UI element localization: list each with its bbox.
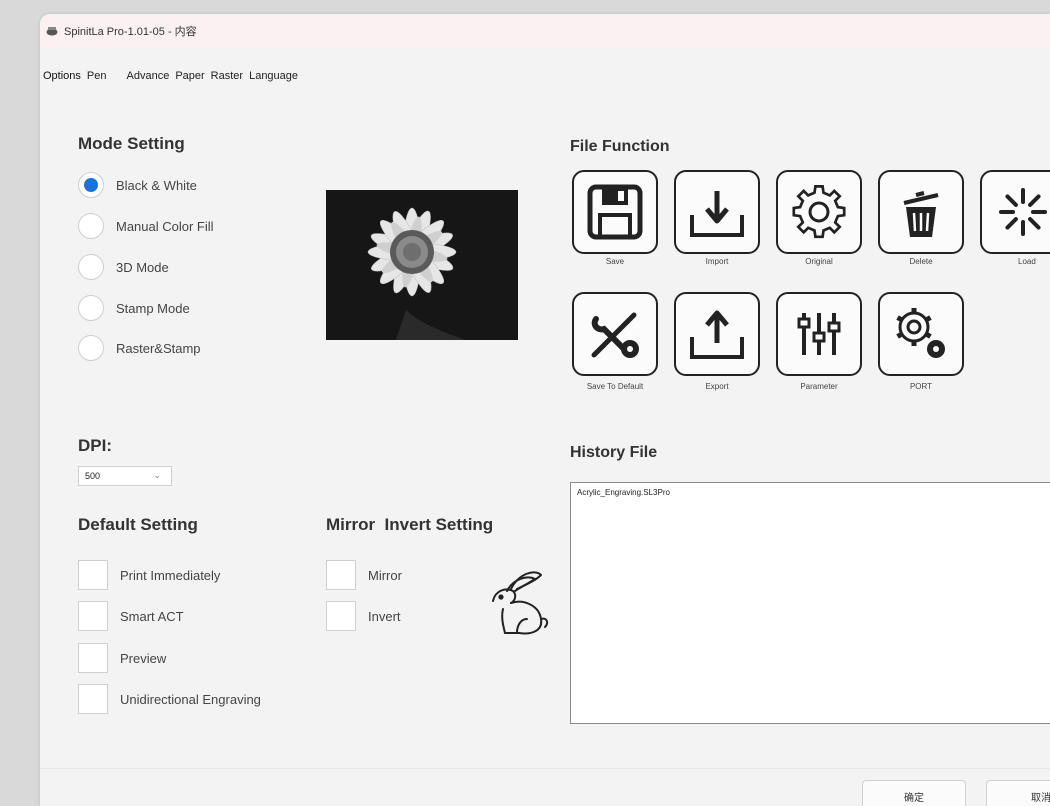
import-button[interactable] (674, 170, 760, 254)
load-button[interactable] (980, 170, 1050, 254)
checkbox[interactable] (78, 684, 108, 714)
checkbox[interactable] (78, 601, 108, 631)
radio-button[interactable] (78, 254, 104, 280)
mode-option-label: Black & White (116, 177, 197, 193)
export-label: Export (705, 382, 729, 391)
history-file-list[interactable]: Acrylic_Engraving.SL3Pro (570, 482, 1050, 724)
mode-option-label: Raster&Stamp (116, 340, 201, 356)
tab-language[interactable]: Language (246, 70, 301, 82)
image-preview (326, 190, 518, 340)
app-logo-icon (46, 27, 58, 36)
radio-button-selected[interactable] (78, 172, 104, 198)
trash-icon (903, 191, 939, 237)
checkbox-mirror[interactable]: Mirror (326, 560, 402, 590)
export-button[interactable] (674, 292, 760, 376)
mirror-invert-setting-title: Mirror Invert Setting (326, 515, 494, 534)
ok-button[interactable]: 确定 (862, 780, 966, 806)
history-file-title: History File (570, 444, 658, 461)
checkbox-unidirectional-engraving[interactable]: Unidirectional Engraving (78, 684, 261, 714)
floppy-disk-icon (587, 184, 643, 240)
checkbox-label: Preview (120, 650, 167, 666)
port-label: PORT (909, 382, 933, 391)
cancel-button[interactable]: 取消 (986, 780, 1050, 806)
mode-option-manual-color-fill[interactable]: Manual Color Fill (78, 213, 214, 239)
original-button[interactable] (776, 170, 862, 254)
history-file-item[interactable]: Acrylic_Engraving.SL3Pro (577, 488, 1050, 497)
checkbox[interactable] (78, 643, 108, 673)
save-label: Save (605, 257, 625, 266)
mode-option-raster-stamp[interactable]: Raster&Stamp (78, 335, 201, 361)
tab-bar: Options Pen Advance Paper Raster Languag… (40, 66, 301, 86)
checkbox-print-immediately[interactable]: Print Immediately (78, 560, 220, 590)
import-icon (690, 191, 744, 237)
parameter-label: Parameter (800, 382, 838, 391)
mode-option-label: 3D Mode (116, 259, 169, 275)
checkbox-label: Print Immediately (120, 567, 221, 583)
file-function-title: File Function (570, 138, 670, 155)
checkbox-invert[interactable]: Invert (326, 601, 401, 631)
dpi-select[interactable]: 500 ⌄ (78, 466, 172, 486)
chevron-down-icon: ⌄ (153, 470, 161, 480)
parameter-button[interactable] (776, 292, 862, 376)
radio-button[interactable] (78, 295, 104, 321)
checkbox[interactable] (326, 601, 356, 631)
checkbox-label: Mirror (368, 567, 402, 583)
radio-button[interactable] (78, 335, 104, 361)
loading-spinner-icon (999, 188, 1047, 236)
tab-advance[interactable]: Advance (124, 70, 173, 82)
delete-button[interactable] (878, 170, 964, 254)
tab-paper[interactable]: Paper (172, 70, 207, 82)
checkbox-label: Invert (368, 608, 401, 624)
window-title: SpinitLa Pro-1.01-05 - 内容 (64, 26, 197, 38)
save-button[interactable] (572, 170, 658, 254)
title-bar: SpinitLa Pro-1.01-05 - 内容 (40, 14, 1050, 48)
checkbox-label: Smart ACT (120, 608, 184, 624)
rabbit-icon (492, 571, 549, 635)
save-to-default-label: Save To Default (586, 382, 644, 391)
dpi-value: 500 (85, 471, 101, 481)
tools-icon (591, 312, 639, 358)
delete-label: Delete (909, 257, 933, 266)
save-to-default-button[interactable] (572, 292, 658, 376)
gear-icon (792, 185, 846, 239)
import-label: Import (705, 257, 729, 266)
app-window: SpinitLa Pro-1.01-05 - 内容 Options Pen Ad… (40, 14, 1050, 806)
tab-pen[interactable]: Pen (84, 70, 110, 82)
radio-button[interactable] (78, 213, 104, 239)
tab-options[interactable]: Options (40, 70, 84, 82)
sliders-icon (797, 313, 841, 355)
mode-option-label: Stamp Mode (116, 300, 190, 316)
checkbox[interactable] (326, 560, 356, 590)
checkbox-label: Unidirectional Engraving (120, 691, 261, 707)
checkbox-preview[interactable]: Preview (78, 643, 166, 673)
mode-option-stamp-mode[interactable]: Stamp Mode (78, 295, 190, 321)
footer-divider (40, 768, 1050, 769)
port-button[interactable] (878, 292, 964, 376)
gears-icon (896, 308, 945, 358)
checkbox[interactable] (78, 560, 108, 590)
mode-option-label: Manual Color Fill (116, 218, 214, 234)
load-label: Load (1018, 257, 1036, 266)
sunflower-image (326, 190, 518, 340)
checkbox-smart-act[interactable]: Smart ACT (78, 601, 184, 631)
mode-setting-title: Mode Setting (78, 134, 185, 153)
export-icon (690, 310, 744, 359)
mode-option-black-white[interactable]: Black & White (78, 172, 197, 198)
original-label: Original (805, 257, 833, 266)
mode-option-3d-mode[interactable]: 3D Mode (78, 254, 169, 280)
dpi-label: DPI: (78, 436, 112, 455)
tab-raster[interactable]: Raster (208, 70, 246, 82)
default-setting-title: Default Setting (78, 515, 198, 534)
